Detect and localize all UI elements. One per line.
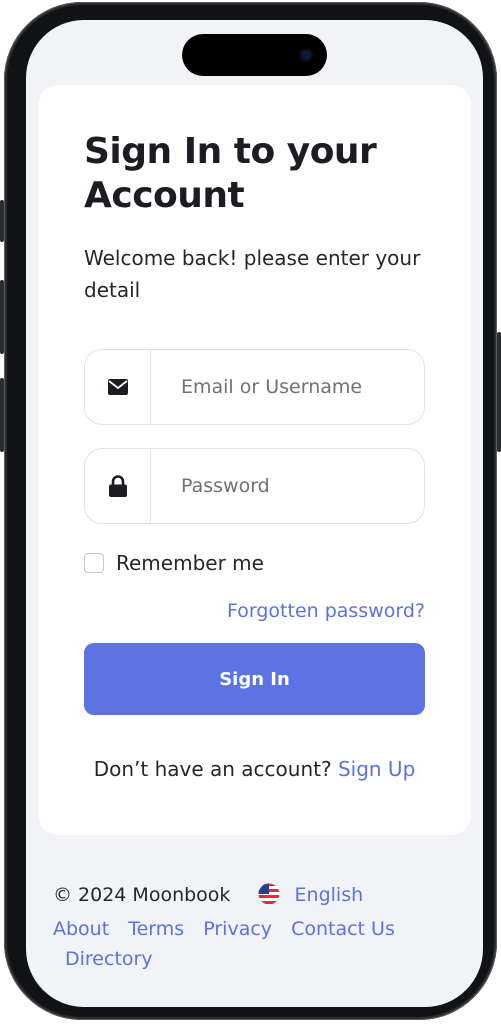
phone-frame: Sign In to your Account Welcome back! pl… (0, 2, 501, 1020)
us-flag-icon (258, 883, 280, 914)
signup-row: Don’t have an account? Sign Up (38, 757, 471, 781)
footer-link-about[interactable]: About (53, 918, 109, 940)
remember-label: Remember me (116, 551, 264, 575)
camera-icon (301, 50, 311, 60)
password-input[interactable] (151, 449, 424, 523)
remember-checkbox[interactable] (84, 553, 104, 573)
footer-links: About Terms Privacy Contact Us (53, 914, 463, 944)
forgot-password-link[interactable]: Forgotten password? (227, 600, 425, 622)
login-card: Sign In to your Account Welcome back! pl… (38, 85, 471, 835)
lock-icon (85, 449, 151, 523)
remember-me[interactable]: Remember me (84, 551, 264, 575)
page-subtitle: Welcome back! please enter your detail (84, 246, 421, 302)
sign-up-link[interactable]: Sign Up (338, 757, 415, 781)
footer-links-row-2: Directory (53, 944, 463, 974)
language-selector[interactable]: English (295, 884, 364, 906)
email-field (84, 349, 425, 425)
footer-link-terms[interactable]: Terms (128, 918, 184, 940)
mute-switch (0, 200, 4, 242)
password-field (84, 448, 425, 524)
no-account-text: Don’t have an account? (93, 757, 332, 781)
email-input[interactable] (151, 350, 424, 424)
footer-link-directory[interactable]: Directory (65, 948, 153, 970)
screen: Sign In to your Account Welcome back! pl… (26, 20, 483, 1007)
footer: © 2024 Moonbook English About Terms Priv… (53, 880, 463, 974)
footer-link-privacy[interactable]: Privacy (203, 918, 272, 940)
power-button (497, 332, 501, 452)
footer-link-contact[interactable]: Contact Us (291, 918, 395, 940)
volume-up-button (0, 280, 4, 354)
sign-in-button[interactable]: Sign In (84, 643, 425, 715)
copyright: © 2024 Moonbook (53, 884, 231, 906)
footer-top-row: © 2024 Moonbook English (53, 880, 463, 914)
envelope-icon (85, 350, 151, 424)
volume-down-button (0, 378, 4, 452)
dynamic-island (182, 34, 327, 76)
page-title: Sign In to your Account (84, 131, 377, 216)
